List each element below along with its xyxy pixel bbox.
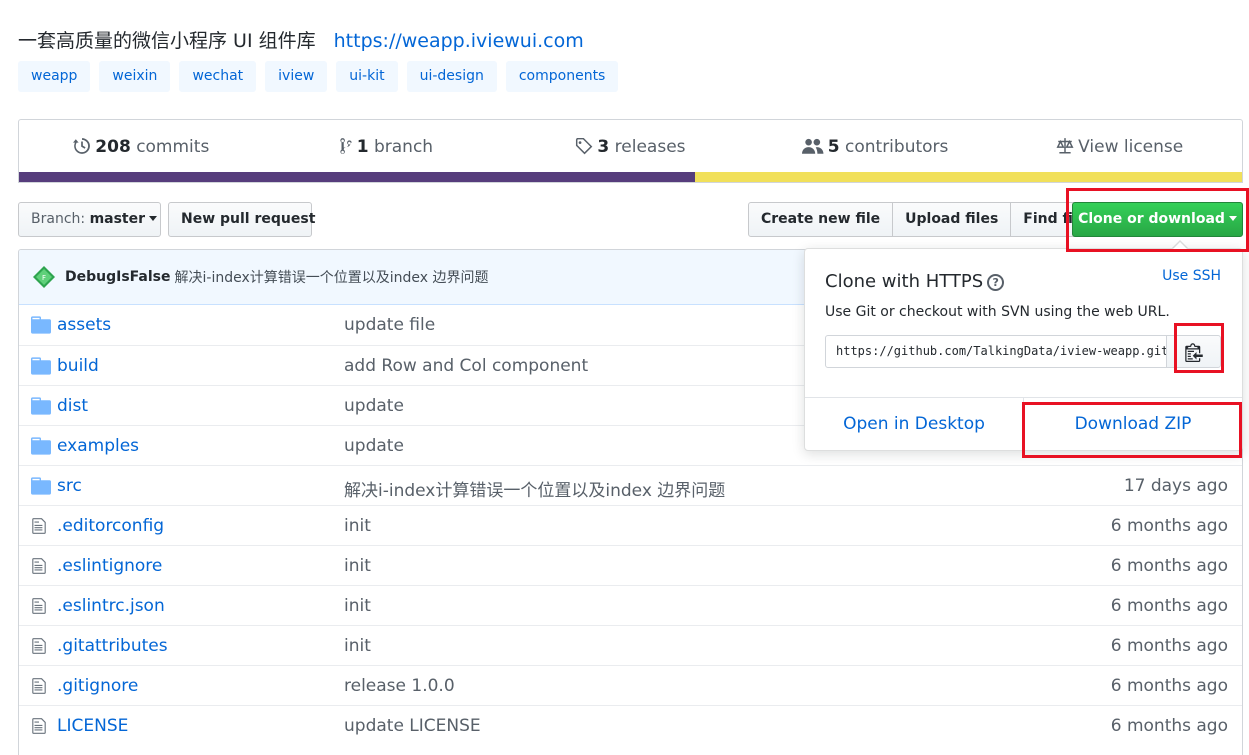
file-commit-message[interactable]: update LICENSE [344,716,481,736]
repo-description: 一套高质量的微信小程序 UI 组件库 https://weapp.iviewui… [18,26,584,53]
file-commit-age: 6 months ago [1110,516,1228,536]
table-row: .gitattributes init 6 months ago [19,625,1242,665]
commit-author[interactable]: DebugIsFalse [65,269,171,285]
table-row: .gitignore release 1.0.0 6 months ago [19,665,1242,705]
topic-tag[interactable]: weixin [99,61,171,92]
clone-or-download-button[interactable]: Clone or download [1072,202,1243,237]
caret-down-icon [1228,216,1237,221]
repo-description-text: 一套高质量的微信小程序 UI 组件库 [18,30,316,52]
table-row: src 解决i-index计算错误一个位置以及index 边界问题 17 days … [19,465,1242,505]
svg-text:F: F [42,274,46,282]
folder-icon [31,316,51,334]
language-segment-secondary [695,172,1242,182]
topic-tag[interactable]: ui-kit [336,61,398,92]
folder-icon [31,437,51,455]
copy-to-clipboard-button[interactable] [1166,335,1221,368]
popover-title: Clone with HTTPS? [825,271,1005,292]
tag-icon [576,137,593,155]
law-icon [1056,138,1074,154]
file-commit-message[interactable]: init [344,596,371,616]
table-row: .eslintignore init 6 months ago [19,545,1242,585]
question-icon[interactable]: ? [987,274,1005,291]
file-commit-message[interactable]: init [344,636,371,656]
file-actions-group: Create new file Upload files Find file [748,202,1101,237]
table-row: .eslintrc.json init 6 months ago [19,585,1242,625]
file-name-link[interactable]: dist [57,396,88,416]
branches-link[interactable]: 1 branch [264,137,509,157]
branch-icon [340,138,352,154]
topic-tag[interactable]: iview [265,61,328,92]
file-name-link[interactable]: .gitignore [57,676,138,696]
download-zip-button[interactable]: Download ZIP [1023,398,1242,450]
clipboard-icon [1184,343,1203,362]
file-commit-message[interactable]: init [344,556,371,576]
file-commit-message[interactable]: init [344,516,371,536]
language-segment-primary [19,172,696,182]
new-pull-request-button[interactable]: New pull request [168,202,315,237]
topic-tag[interactable]: components [505,61,619,92]
file-name-link[interactable]: build [57,356,99,376]
topic-list: weapp weixin wechat iview ui-kit ui-desi… [18,61,619,92]
file-icon [31,557,51,575]
caret-down-icon [149,216,158,221]
file-name-link[interactable]: assets [57,315,111,335]
file-icon [31,677,51,695]
file-name-link[interactable]: .eslintignore [57,556,162,576]
commits-link[interactable]: 208 commits [19,137,264,157]
file-name-link[interactable]: LICENSE [57,716,128,736]
file-commit-age: 6 months ago [1110,596,1228,616]
file-icon [31,597,51,615]
file-name-link[interactable]: src [57,476,82,496]
file-icon [31,517,51,535]
file-name-link[interactable]: .gitattributes [57,636,168,656]
folder-icon [31,397,51,415]
commit-message[interactable]: 解决i-index计算错误一个位置以及index 边界问题 [175,267,489,287]
file-name-link[interactable]: examples [57,436,139,456]
file-commit-message[interactable]: 解决i-index计算错误一个位置以及index 边界问题 [344,476,725,501]
repo-summary: 208 commits 1 branch 3 releases 5 contri… [18,119,1243,183]
file-commit-age: 6 months ago [1110,556,1228,576]
file-name-link[interactable]: .editorconfig [57,516,164,536]
popover-actions: Open in Desktop Download ZIP [805,397,1242,450]
file-commit-age: 6 months ago [1110,676,1228,696]
topic-tag[interactable]: wechat [179,61,257,92]
file-commit-message[interactable]: update file [344,315,435,335]
open-in-desktop-button[interactable]: Open in Desktop [805,398,1023,450]
file-commit-age: 6 months ago [1110,636,1228,656]
file-name-link[interactable]: .eslintrc.json [57,596,165,616]
releases-link[interactable]: 3 releases [508,137,753,157]
clone-popover: Clone with HTTPS? Use SSH Use Git or che… [804,240,1243,451]
topic-tag[interactable]: weapp [18,61,91,92]
folder-icon [31,477,51,495]
file-commit-age: 6 months ago [1110,716,1228,736]
file-commit-message[interactable]: update [344,436,404,456]
file-icon [31,637,51,655]
table-row: .editorconfig init 6 months ago [19,505,1242,545]
file-icon [31,717,51,735]
topic-tag[interactable]: ui-design [406,61,497,92]
people-icon [801,138,824,154]
popover-description: Use Git or checkout with SVN using the w… [825,304,1170,320]
avatar[interactable]: F [33,266,55,288]
file-commit-message[interactable]: update [344,396,404,416]
history-icon [73,138,91,154]
upload-files-button[interactable]: Upload files [892,202,1012,237]
repo-homepage-link[interactable]: https://weapp.iviewui.com [334,30,584,52]
contributors-link[interactable]: 5 contributors [753,137,998,157]
license-link[interactable]: View license [997,137,1242,157]
table-row: LICENSE update LICENSE 6 months ago [19,705,1242,745]
file-commit-age: 17 days ago [1123,476,1228,496]
file-commit-message[interactable]: release 1.0.0 [344,676,455,696]
file-commit-message[interactable]: add Row and Col component [344,356,588,376]
clone-url-input[interactable]: https://github.com/TalkingData/iview-wea… [825,335,1167,368]
branch-select-button[interactable]: Branch: master [18,202,161,237]
use-ssh-link[interactable]: Use SSH [1162,268,1221,284]
create-new-file-button[interactable]: Create new file [748,202,894,237]
language-bar [19,172,1242,182]
folder-icon [31,357,51,375]
